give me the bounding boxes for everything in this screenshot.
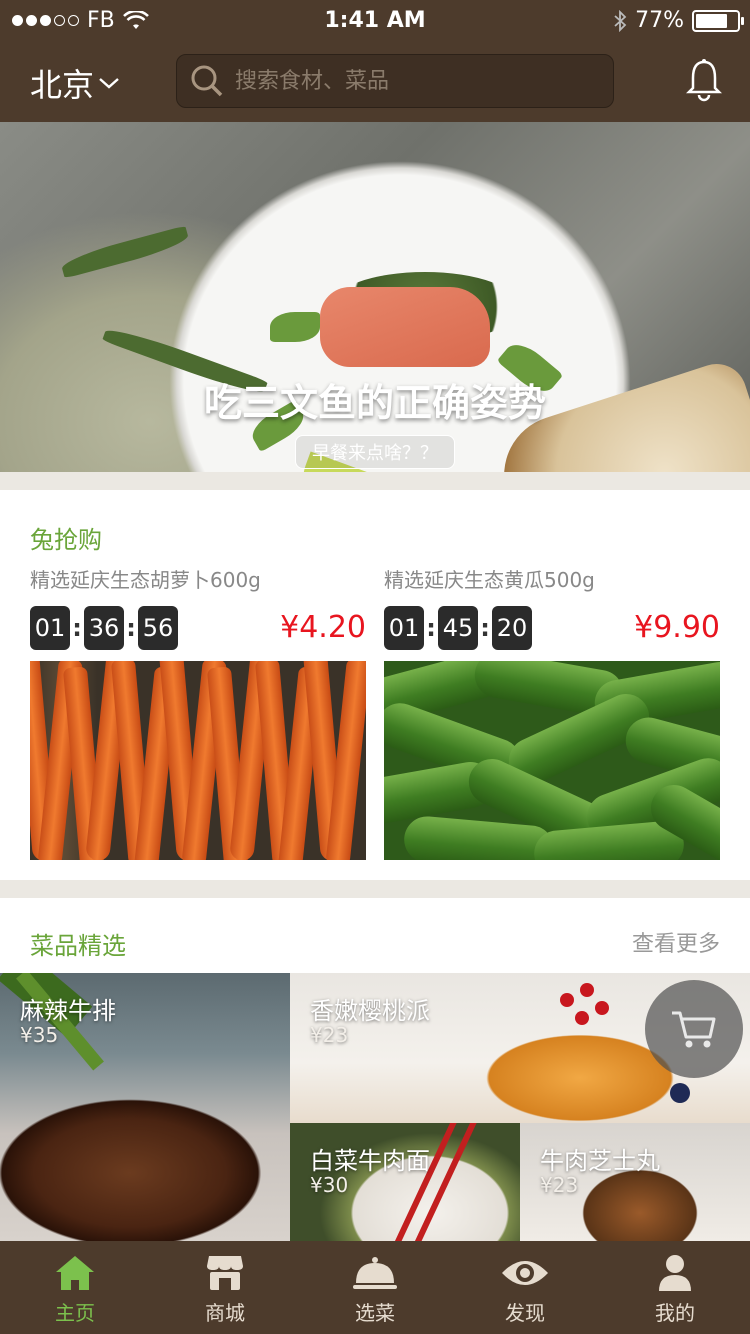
- status-right: 77%: [613, 8, 744, 33]
- dish-name: 麻辣牛排: [20, 997, 116, 1025]
- product-name: 精选延庆生态黄瓜500g: [384, 568, 595, 592]
- dish-tile[interactable]: 牛肉芝士丸 ¥23: [520, 1123, 750, 1241]
- city-selector[interactable]: 北京: [30, 60, 120, 106]
- cucumbers-image[interactable]: [384, 661, 720, 860]
- tab-store[interactable]: 商城: [150, 1241, 300, 1334]
- dish-grid: 麻辣牛排 ¥35 香嫩樱桃派 ¥23 白菜牛肉面 ¥30 牛肉芝士丸 ¥23: [0, 973, 750, 1241]
- countdown-timer: 01 : 45 : 20: [384, 606, 532, 650]
- bell-icon[interactable]: [686, 58, 722, 102]
- dish-name: 牛肉芝士丸: [540, 1147, 660, 1175]
- countdown-timer: 01 : 36 : 56: [30, 606, 178, 650]
- picks-title: 菜品精选: [30, 932, 126, 960]
- search-icon: [191, 65, 223, 97]
- store-icon: [207, 1256, 243, 1290]
- home-icon: [56, 1256, 94, 1290]
- timer-hours: 01: [30, 606, 70, 650]
- cart-button[interactable]: [645, 980, 743, 1078]
- product-price: ¥9.90: [634, 610, 720, 645]
- tab-bar: 主页 商城 选菜 发现 我的: [0, 1241, 750, 1334]
- dish-price: ¥23: [310, 1023, 349, 1047]
- tab-discover[interactable]: 发现: [450, 1241, 600, 1334]
- timer-minutes: 36: [84, 606, 124, 650]
- flash-sale-item[interactable]: 精选延庆生态黄瓜500g 01 : 45 : 20 ¥9.90: [384, 490, 720, 880]
- battery-icon: [692, 9, 744, 32]
- banner-carousel[interactable]: 吃三文鱼的正确姿势 早餐来点啥？？: [0, 122, 750, 472]
- flash-sale-section: 兔抢购 精选延庆生态胡萝卜600g 01 : 36 : 56 ¥4.20 精选延…: [0, 490, 750, 880]
- status-bar: FB 1:41 AM 77%: [0, 0, 750, 42]
- berry-decoration: [560, 993, 574, 1007]
- tab-label: 商城: [205, 1301, 245, 1325]
- view-more-link[interactable]: 查看更多: [632, 926, 720, 958]
- search-input[interactable]: [235, 68, 605, 94]
- tab-label: 我的: [655, 1301, 695, 1325]
- user-icon: [659, 1255, 691, 1291]
- product-name: 精选延庆生态胡萝卜600g: [30, 568, 261, 592]
- dish-tile[interactable]: 白菜牛肉面 ¥30: [290, 1123, 520, 1241]
- tab-label: 选菜: [355, 1301, 395, 1325]
- header: 北京: [0, 42, 750, 122]
- banner-subtitle-button[interactable]: 早餐来点啥？？: [295, 435, 455, 469]
- timer-hours: 01: [384, 606, 424, 650]
- timer-seconds: 20: [492, 606, 532, 650]
- bluetooth-icon: [614, 9, 627, 32]
- battery-percent: 77%: [635, 8, 684, 33]
- berry-decoration: [580, 983, 594, 997]
- herb-decoration: [59, 225, 191, 279]
- blueberry-decoration: [670, 1083, 690, 1103]
- tab-dishes[interactable]: 选菜: [300, 1241, 450, 1334]
- banner-title: 吃三文鱼的正确姿势: [203, 381, 546, 425]
- search-bar[interactable]: [176, 54, 614, 108]
- dish-price: ¥30: [310, 1173, 349, 1197]
- berry-decoration: [575, 1011, 589, 1025]
- eye-icon: [502, 1261, 548, 1285]
- carrots-image[interactable]: [30, 661, 366, 860]
- dish-tile[interactable]: 麻辣牛排 ¥35: [0, 973, 290, 1241]
- dish-name: 香嫩樱桃派: [310, 997, 430, 1025]
- dish-name: 白菜牛肉面: [310, 1147, 430, 1175]
- chevron-down-icon: [99, 78, 119, 89]
- timer-seconds: 56: [138, 606, 178, 650]
- salad-leaf: [270, 312, 320, 342]
- tab-profile[interactable]: 我的: [600, 1241, 750, 1334]
- cart-icon: [672, 1011, 716, 1048]
- product-price: ¥4.20: [280, 610, 366, 645]
- city-label: 北京: [30, 66, 95, 104]
- flash-sale-item[interactable]: 精选延庆生态胡萝卜600g 01 : 36 : 56 ¥4.20: [30, 490, 366, 880]
- berry-decoration: [595, 1001, 609, 1015]
- timer-minutes: 45: [438, 606, 478, 650]
- tab-home[interactable]: 主页: [0, 1241, 150, 1334]
- salmon-fillet: [320, 287, 490, 367]
- tab-label: 发现: [505, 1301, 545, 1325]
- picks-header: 菜品精选 查看更多: [0, 898, 750, 973]
- cloche-icon: [353, 1257, 397, 1289]
- dish-price: ¥35: [20, 1023, 59, 1047]
- dish-price: ¥23: [540, 1173, 579, 1197]
- tab-label: 主页: [55, 1301, 95, 1325]
